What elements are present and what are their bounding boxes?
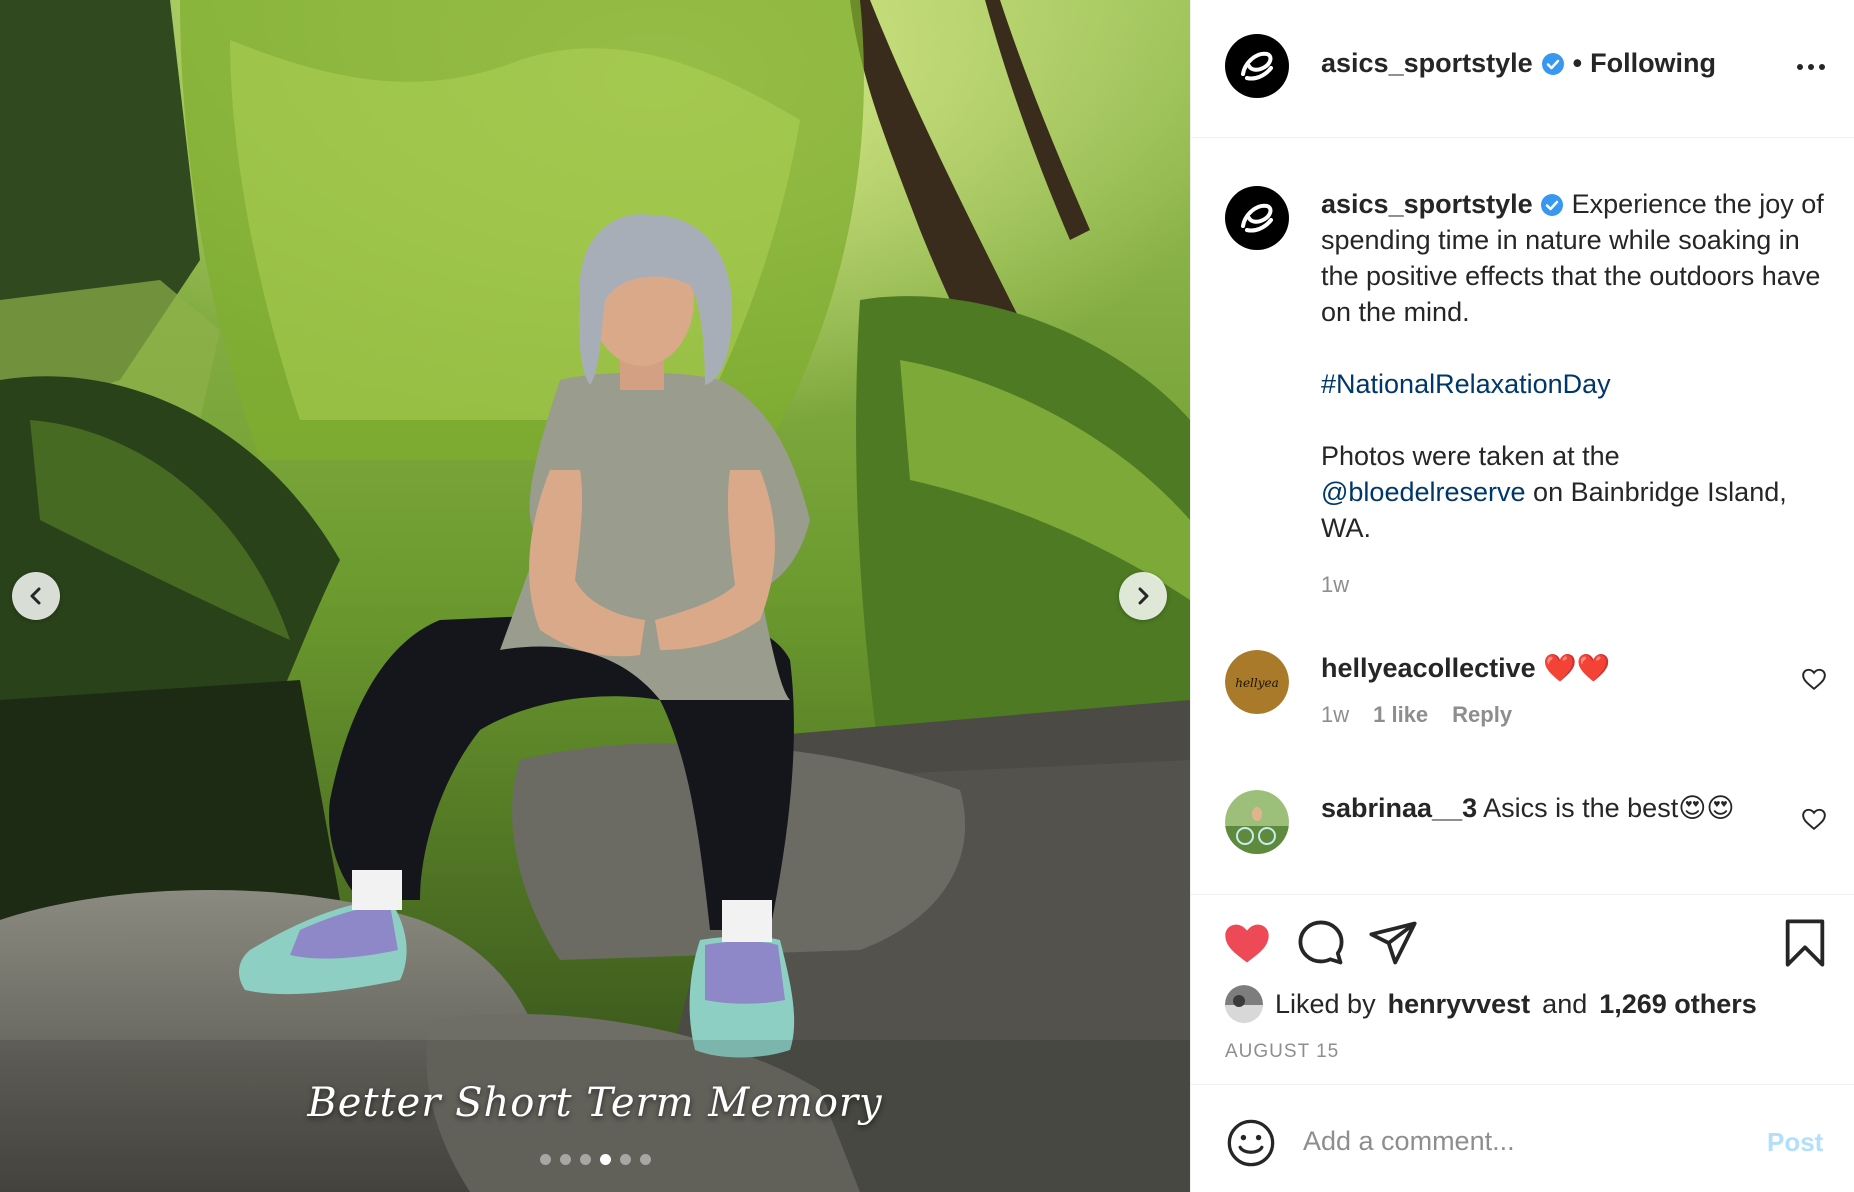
comment-icon[interactable] [1295,917,1347,969]
carousel-dot [639,1154,651,1165]
more-options-button[interactable] [1791,52,1831,82]
likes-conjunction: and [1542,988,1588,1019]
post-comment-button[interactable]: Post [1767,1127,1823,1158]
more-options-icon [1797,64,1803,70]
comment-body: hellyeacollective ❤️❤️ [1321,650,1791,686]
likes-summary[interactable]: Liked by henryvvest and 1,269 others [1225,985,1757,1023]
likes-prefix: Liked by [1275,988,1376,1019]
caption-avatar[interactable] [1225,186,1289,250]
svg-text:hellyea: hellyea [1235,676,1279,690]
following-button[interactable]: Following [1590,48,1716,79]
bookmark-icon[interactable] [1779,917,1831,969]
caption-username[interactable]: asics_sportstyle [1321,189,1533,219]
comment-input[interactable] [1303,1115,1743,1167]
more-options-icon [1808,64,1814,70]
caption-text: asics_sportstyle Experience the joy of s… [1321,186,1831,546]
comment-meta: 1w 1 like Reply [1321,702,1512,728]
hellyea-avatar-image: hellyea [1225,650,1289,714]
likes-others-count[interactable]: 1,269 others [1599,989,1757,1020]
carousel-indicator [0,1154,1190,1165]
asics-logo-icon [1241,203,1273,233]
previous-photo-button[interactable] [12,572,60,620]
avatar [1225,985,1263,1023]
carousel-dot [579,1154,591,1165]
header-separator: • [1572,48,1583,78]
caption-location-text: Photos were taken at the [1321,441,1620,471]
add-comment-bar: Post [1191,1084,1854,1192]
more-options-icon [1819,64,1825,70]
avatar[interactable] [1225,34,1289,98]
reply-button[interactable]: Reply [1452,702,1512,728]
verified-badge-icon [1541,194,1564,216]
comment-time: 1w [1321,702,1350,727]
header-username-row: asics_sportstyle • Following [1321,48,1716,79]
avatar[interactable]: hellyea [1225,650,1289,714]
asics-logo-icon [1241,51,1273,81]
emoji-icon[interactable] [1225,1117,1277,1169]
avatar[interactable] [1225,790,1289,854]
comment-username[interactable]: sabrinaa__3 [1321,793,1477,823]
heart-icon[interactable] [1221,917,1273,969]
header-username[interactable]: asics_sportstyle [1321,48,1533,79]
heart-icon[interactable] [1801,666,1827,692]
carousel-dot [539,1154,551,1165]
comment-body: sabrinaa__3 Asics is the best😍😍 [1321,790,1791,826]
sabrinaa-avatar-image [1225,790,1289,854]
caption-timestamp: 1w [1321,572,1350,597]
chevron-right-icon [1138,587,1149,605]
comment-text: Asics is the best😍😍 [1483,793,1735,823]
comment-text: ❤️❤️ [1543,653,1611,683]
post-header: asics_sportstyle • Following [1191,0,1854,138]
liker-username[interactable]: henryvvest [1388,989,1531,1020]
photo-image [0,0,1190,1192]
verified-badge-icon [1541,52,1564,75]
post-date: AUGUST 15 [1225,1041,1340,1062]
photo-overlay-text: Better Short Term Memory [307,1080,883,1126]
next-photo-button[interactable] [1119,572,1167,620]
post-side-panel: asics_sportstyle • Following asics_sport… [1190,0,1854,1192]
comments-section[interactable]: asics_sportstyle Experience the joy of s… [1191,138,1854,894]
carousel-dot [619,1154,631,1165]
liker-avatar-image [1225,985,1263,1023]
comment-likes[interactable]: 1 like [1373,702,1428,728]
share-icon[interactable] [1367,917,1419,969]
comment-username[interactable]: hellyeacollective [1321,653,1536,683]
mention-link[interactable]: @bloedelreserve [1321,477,1526,507]
post-photo[interactable]: Better Short Term Memory [0,0,1190,1192]
post-actions: Liked by henryvvest and 1,269 others AUG… [1191,894,1854,1084]
heart-icon[interactable] [1801,806,1827,832]
chevron-left-icon [30,587,41,605]
hashtag-link[interactable]: #NationalRelaxationDay [1321,366,1831,402]
carousel-dot-active [599,1154,611,1165]
carousel-dot [559,1154,571,1165]
